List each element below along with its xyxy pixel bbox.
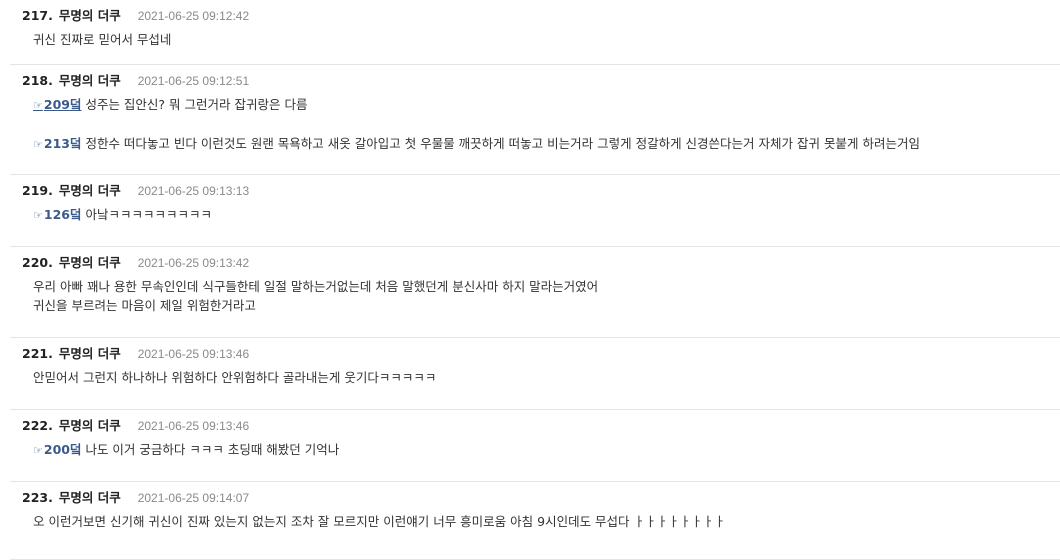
- comment-date: 2021-06-25 09:12:42: [137, 9, 250, 23]
- reply-reference[interactable]: ☞200덬: [33, 442, 81, 457]
- comment-number: 217.: [22, 8, 53, 23]
- comment-body: 안믿어서 그런지 하나하나 위험하다 안위험하다 골라내는게 웃기다ㅋㅋㅋㅋㅋ: [33, 368, 436, 387]
- comment-date: 2021-06-25 09:13:46: [137, 419, 250, 433]
- comment-date: 2021-06-25 09:12:51: [137, 74, 250, 88]
- comment-221: 221. 무명의 더쿠 2021-06-25 09:13:46 안믿어서 그런지…: [10, 338, 1060, 410]
- reply-reference-link[interactable]: ☞209덬: [33, 97, 81, 112]
- comment-218: 218. 무명의 더쿠 2021-06-25 09:12:51 ☞209덬 성주…: [10, 65, 1060, 175]
- comment-author[interactable]: 무명의 더쿠: [59, 343, 121, 362]
- comment-header: 217. 무명의 더쿠 2021-06-25 09:12:42: [22, 5, 249, 23]
- comment-text: 나도 이거 궁금하다 ㅋㅋㅋ 초딩때 해봤던 기억나: [81, 442, 340, 457]
- reply-reference-number: 213덬: [43, 136, 82, 151]
- comment-body: ☞200덬 나도 이거 궁금하다 ㅋㅋㅋ 초딩때 해봤던 기억나: [33, 440, 339, 460]
- comment-217: 217. 무명의 더쿠 2021-06-25 09:12:42 귀신 진짜로 믿…: [10, 0, 1060, 65]
- reply-reference-number: 126덬: [43, 207, 82, 222]
- comment-220: 220. 무명의 더쿠 2021-06-25 09:13:42 우리 아빠 꽤나…: [10, 247, 1060, 338]
- comment-header: 219. 무명의 더쿠 2021-06-25 09:13:13: [22, 180, 249, 198]
- comment-author[interactable]: 무명의 더쿠: [59, 415, 121, 434]
- comment-line: ☞200덬 나도 이거 궁금하다 ㅋㅋㅋ 초딩때 해봤던 기억나: [33, 440, 339, 460]
- comment-number: 222.: [22, 418, 53, 433]
- comment-body: ☞126덬 아낰ㅋㅋㅋㅋㅋㅋㅋㅋㅋ: [33, 205, 212, 225]
- comment-header: 223. 무명의 더쿠 2021-06-25 09:14:07: [22, 487, 249, 505]
- comment-author[interactable]: 무명의 더쿠: [59, 252, 121, 271]
- comment-text: 정한수 떠다놓고 빈다 이런것도 원랜 목욕하고 새옷 갈아입고 첫 우물물 깨…: [81, 136, 920, 151]
- comment-author[interactable]: 무명의 더쿠: [59, 70, 121, 89]
- comment-header: 218. 무명의 더쿠 2021-06-25 09:12:51: [22, 70, 249, 88]
- comment-author[interactable]: 무명의 더쿠: [59, 5, 121, 24]
- comment-body: 우리 아빠 꽤나 용한 무속인인데 식구들한테 일절 말하는거없는데 처음 말했…: [33, 277, 598, 315]
- pointing-hand-icon: ☞: [33, 209, 43, 222]
- comment-222: 222. 무명의 더쿠 2021-06-25 09:13:46 ☞200덬 나도…: [10, 410, 1060, 482]
- comment-text: 귀신 진짜로 믿어서 무섭네: [33, 32, 172, 47]
- comment-body: ☞209덬 성주는 집안신? 뭐 그런거라 잡귀랑은 다름 ☞213덬 정한수 …: [33, 95, 920, 154]
- comment-text: 성주는 집안신? 뭐 그런거라 잡귀랑은 다름: [81, 97, 308, 112]
- comment-number: 220.: [22, 255, 53, 270]
- comment-header: 222. 무명의 더쿠 2021-06-25 09:13:46: [22, 415, 249, 433]
- comment-line: ☞213덬 정한수 떠다놓고 빈다 이런것도 원랜 목욕하고 새옷 갈아입고 첫…: [33, 134, 920, 154]
- comment-text: 아낰ㅋㅋㅋㅋㅋㅋㅋㅋㅋ: [81, 207, 212, 222]
- comment-text: 안믿어서 그런지 하나하나 위험하다 안위험하다 골라내는게 웃기다ㅋㅋㅋㅋㅋ: [33, 370, 437, 385]
- comment-text: 오 이런거보면 신기해 귀신이 진짜 있는지 없는지 조차 잘 모르지만 이런얘…: [33, 514, 726, 529]
- reply-reference-number: 200덬: [43, 442, 82, 457]
- reply-reference[interactable]: ☞126덬: [33, 207, 81, 222]
- comment-line: ☞209덬 성주는 집안신? 뭐 그런거라 잡귀랑은 다름: [33, 95, 920, 115]
- comment-body: 귀신 진짜로 믿어서 무섭네: [33, 30, 171, 49]
- comment-number: 223.: [22, 490, 53, 505]
- comment-number: 219.: [22, 183, 53, 198]
- comment-text: 귀신을 부르려는 마음이 제일 위험한거라고: [33, 298, 256, 313]
- comment-body: 오 이런거보면 신기해 귀신이 진짜 있는지 없는지 조차 잘 모르지만 이런얘…: [33, 512, 726, 531]
- comment-number: 221.: [22, 346, 53, 361]
- pointing-hand-icon: ☞: [33, 138, 43, 151]
- pointing-hand-icon: ☞: [33, 444, 43, 457]
- comment-219: 219. 무명의 더쿠 2021-06-25 09:13:13 ☞126덬 아낰…: [10, 175, 1060, 247]
- comment-thread: 217. 무명의 더쿠 2021-06-25 09:12:42 귀신 진짜로 믿…: [0, 0, 1060, 560]
- comment-date: 2021-06-25 09:13:46: [137, 347, 250, 361]
- comment-date: 2021-06-25 09:14:07: [137, 491, 250, 505]
- comment-author[interactable]: 무명의 더쿠: [59, 180, 121, 199]
- comment-223: 223. 무명의 더쿠 2021-06-25 09:14:07 오 이런거보면 …: [10, 482, 1060, 560]
- comment-header: 221. 무명의 더쿠 2021-06-25 09:13:46: [22, 343, 249, 361]
- comment-date: 2021-06-25 09:13:13: [137, 184, 250, 198]
- comment-number: 218.: [22, 73, 53, 88]
- comment-author[interactable]: 무명의 더쿠: [59, 487, 121, 506]
- comment-text: 우리 아빠 꽤나 용한 무속인인데 식구들한테 일절 말하는거없는데 처음 말했…: [33, 279, 599, 294]
- comment-date: 2021-06-25 09:13:42: [137, 256, 250, 270]
- comment-header: 220. 무명의 더쿠 2021-06-25 09:13:42: [22, 252, 249, 270]
- pointing-hand-icon: ☞: [33, 99, 43, 112]
- reply-reference[interactable]: ☞213덬: [33, 136, 81, 151]
- comment-line: ☞126덬 아낰ㅋㅋㅋㅋㅋㅋㅋㅋㅋ: [33, 205, 212, 225]
- reply-reference-number: 209덬: [43, 97, 82, 112]
